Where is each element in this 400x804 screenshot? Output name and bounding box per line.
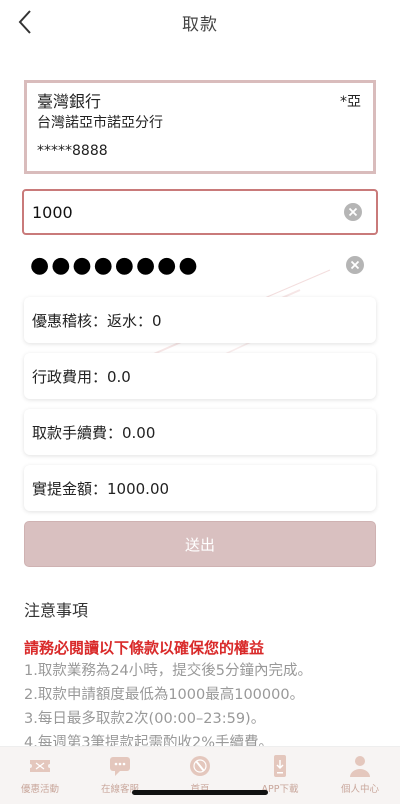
phone-download-icon <box>274 755 286 777</box>
tab-profile[interactable]: 個人中心 <box>320 747 400 804</box>
bottom-tab-bar: 優惠活動 在線客服 首頁 APP下載 個人中心 <box>0 746 400 804</box>
bank-account-number: *****8888 <box>37 143 108 159</box>
tab-label: 個人中心 <box>340 784 379 795</box>
tab-label: 優惠活動 <box>20 784 59 795</box>
notes-section: 注意事項 請務必閱讀以下條款以確保您的權益 1.取款業務為24小時，提交後5分鐘… <box>24 597 384 755</box>
chevron-left-icon <box>18 10 31 34</box>
chat-icon <box>110 757 130 776</box>
admin-fee-info: 行政費用：0.0 <box>24 353 376 399</box>
notes-title: 注意事項 <box>24 601 89 620</box>
user-icon <box>350 756 370 777</box>
clear-icon[interactable] <box>346 256 364 274</box>
audit-info: 優惠稽核：返水：0 <box>24 297 376 343</box>
page-title: 取款 <box>182 14 218 35</box>
tab-support[interactable]: 在線客服 <box>80 747 160 804</box>
submit-button[interactable]: 送出 <box>24 521 376 567</box>
home-indicator <box>132 790 268 795</box>
bank-branch: 台灣諾亞市諾亞分行 <box>37 115 163 131</box>
bank-card[interactable]: 臺灣銀行 台灣諾亞市諾亞分行 *****8888 *亞 <box>24 80 376 174</box>
notes-item: 2.取款申請額度最低為1000最高100000。 <box>24 687 305 703</box>
header: 取款 <box>0 0 400 44</box>
actual-amount-info: 實提金額：1000.00 <box>24 465 376 511</box>
amount-input[interactable]: 1000 <box>22 189 378 235</box>
withdrawal-fee-info: 取款手續費：0.00 <box>24 409 376 455</box>
bank-name: 臺灣銀行 <box>37 92 102 111</box>
tab-app-download[interactable]: APP下載 <box>240 747 320 804</box>
account-holder: *亞 <box>340 94 361 110</box>
back-button[interactable] <box>10 6 40 38</box>
clear-icon[interactable] <box>344 203 362 221</box>
password-value: ●●●●●●●● <box>30 252 200 278</box>
notes-item: 1.取款業務為24小時，提交後5分鐘內完成。 <box>24 663 313 679</box>
notes-item: 3.每日最多取款2次(00:00–23:59)。 <box>24 711 266 727</box>
tab-promotions[interactable]: 優惠活動 <box>0 747 80 804</box>
amount-value: 1000 <box>32 202 73 222</box>
tab-home[interactable]: 首頁 <box>160 747 240 804</box>
notes-warning: 請務必閱讀以下條款以確保您的權益 <box>24 639 265 657</box>
home-icon <box>190 756 210 776</box>
ticket-icon <box>30 760 50 772</box>
password-input[interactable]: ●●●●●●●● <box>22 242 378 288</box>
